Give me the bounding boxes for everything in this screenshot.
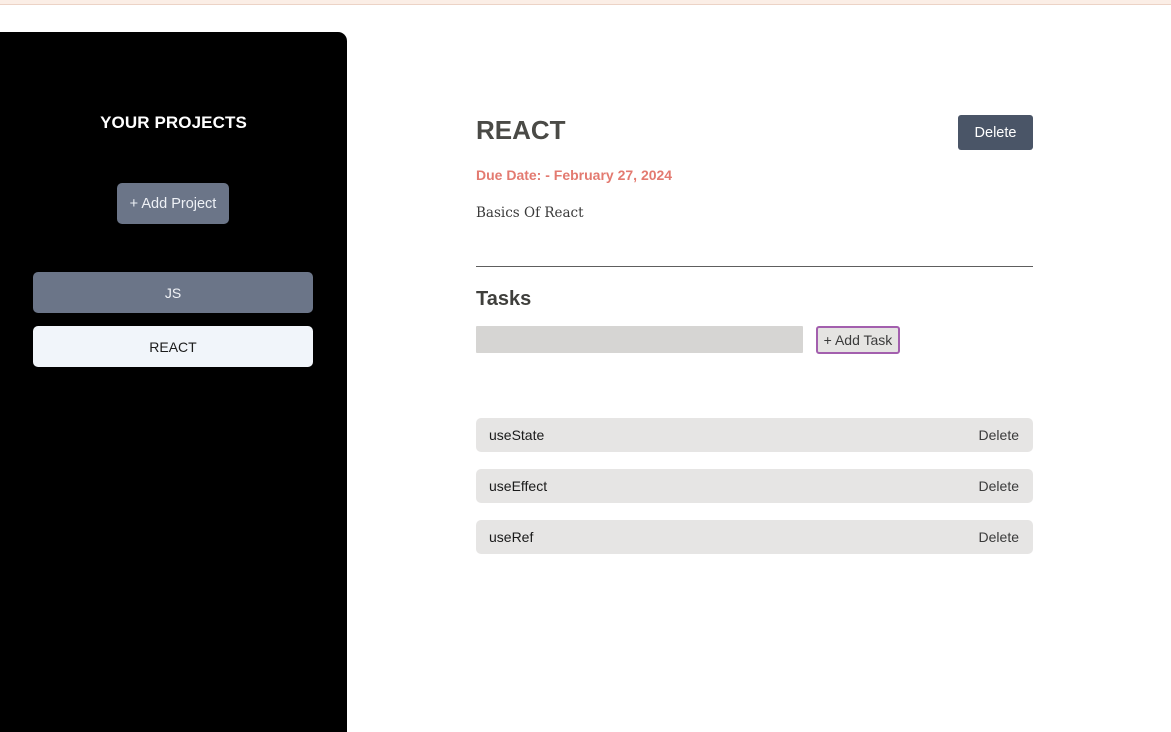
add-task-button[interactable]: + Add Task bbox=[816, 326, 900, 354]
sidebar-title: YOUR PROJECTS bbox=[100, 113, 247, 132]
task-item: useState Delete bbox=[476, 418, 1033, 452]
sidebar-item-label: JS bbox=[164, 284, 182, 301]
task-name: useEffect bbox=[489, 478, 548, 494]
new-task-input[interactable] bbox=[476, 326, 803, 353]
due-date: Due Date: - February 27, 2024 bbox=[476, 167, 673, 183]
delete-task-button[interactable]: Delete bbox=[979, 529, 1019, 545]
project-title: REACT bbox=[476, 115, 566, 145]
browser-top-strip bbox=[0, 0, 1171, 5]
section-divider bbox=[476, 266, 1033, 267]
sidebar-item-label: REACT bbox=[149, 338, 197, 355]
delete-task-button[interactable]: Delete bbox=[979, 427, 1019, 443]
sidebar-item-js[interactable]: JS bbox=[33, 272, 313, 313]
task-name: useRef bbox=[489, 529, 534, 545]
delete-project-button[interactable]: Delete bbox=[958, 115, 1033, 150]
tasks-heading: Tasks bbox=[476, 288, 532, 310]
add-project-button[interactable]: + Add Project bbox=[117, 183, 229, 224]
task-name: useState bbox=[489, 427, 545, 443]
delete-task-button[interactable]: Delete bbox=[979, 478, 1019, 494]
sidebar-item-react[interactable]: REACT bbox=[33, 326, 313, 367]
project-description: Basics Of React bbox=[476, 205, 584, 221]
task-item: useRef Delete bbox=[476, 520, 1033, 554]
task-item: useEffect Delete bbox=[476, 469, 1033, 503]
projects-sidebar: YOUR PROJECTS + Add Project JS REACT bbox=[0, 32, 347, 732]
